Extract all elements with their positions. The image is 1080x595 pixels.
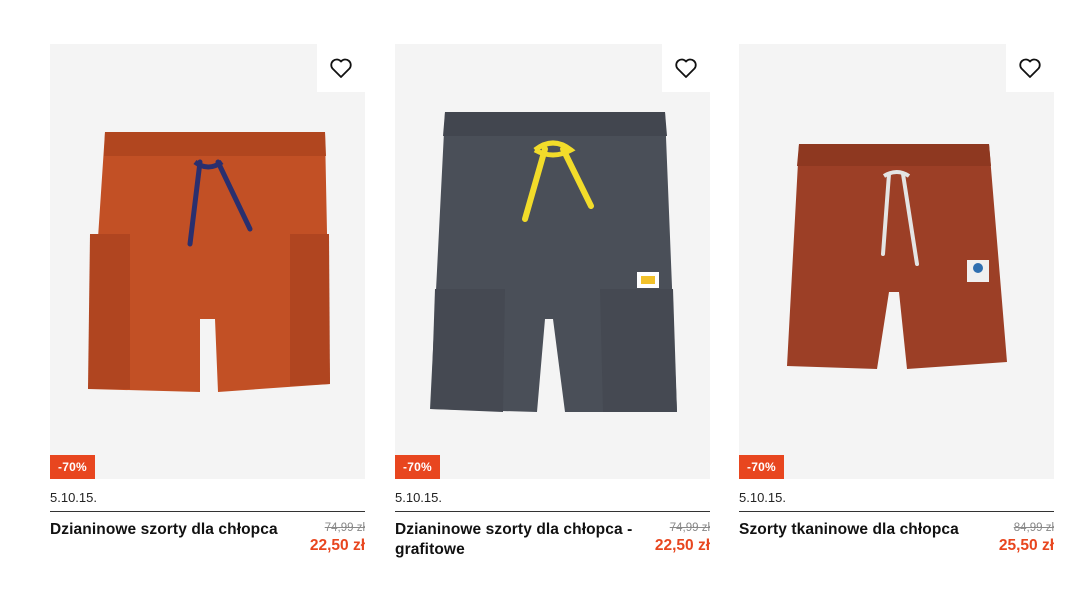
heart-outline-icon [1019, 58, 1041, 78]
heart-outline-icon [330, 58, 352, 78]
product-photo-graphite-shorts [430, 112, 677, 412]
product-image[interactable]: -70% [739, 44, 1054, 479]
product-title-link[interactable]: Dzianinowe szorty dla chłopca [50, 520, 300, 556]
old-price: 84,99 zł [1013, 522, 1054, 534]
discount-badge: -70% [739, 455, 784, 479]
product-image[interactable]: -70% [50, 44, 365, 479]
add-to-favorites-button[interactable] [317, 44, 365, 92]
add-to-favorites-button[interactable] [1006, 44, 1054, 92]
brand-label: 5.10.15. [395, 490, 442, 505]
discount-badge: -70% [50, 455, 95, 479]
divider [739, 511, 1054, 512]
product-image[interactable]: -70% [395, 44, 710, 479]
product-photo-orange-shorts [88, 132, 330, 392]
product-title-link[interactable]: Dzianinowe szorty dla chłopca -grafitowe [395, 520, 645, 560]
sale-price: 22,50 zł [654, 537, 710, 554]
sale-price: 22,50 zł [309, 537, 365, 554]
product-card[interactable]: -70% 5.10.15. Dzianinowe szorty dla chło… [395, 44, 710, 560]
sale-price: 25,50 zł [998, 537, 1054, 554]
divider [50, 511, 365, 512]
brand-label: 5.10.15. [739, 490, 786, 505]
discount-badge: -70% [395, 455, 440, 479]
brand-label: 5.10.15. [50, 490, 97, 505]
product-title-link[interactable]: Szorty tkaninowe dla chłopca [739, 520, 989, 556]
old-price: 74,99 zł [669, 522, 710, 534]
product-card[interactable]: -70% 5.10.15. Dzianinowe szorty dla chło… [50, 44, 365, 556]
price-block: 74,99 zł 22,50 zł [310, 520, 365, 556]
price-block: 84,99 zł 25,50 zł [999, 520, 1054, 556]
old-price: 74,99 zł [324, 522, 365, 534]
price-block: 74,99 zł 22,50 zł [655, 520, 710, 560]
add-to-favorites-button[interactable] [662, 44, 710, 92]
heart-outline-icon [675, 58, 697, 78]
product-card[interactable]: -70% 5.10.15. Szorty tkaninowe dla chłop… [739, 44, 1054, 556]
divider [395, 511, 710, 512]
product-photo-brown-shorts [787, 144, 1007, 369]
